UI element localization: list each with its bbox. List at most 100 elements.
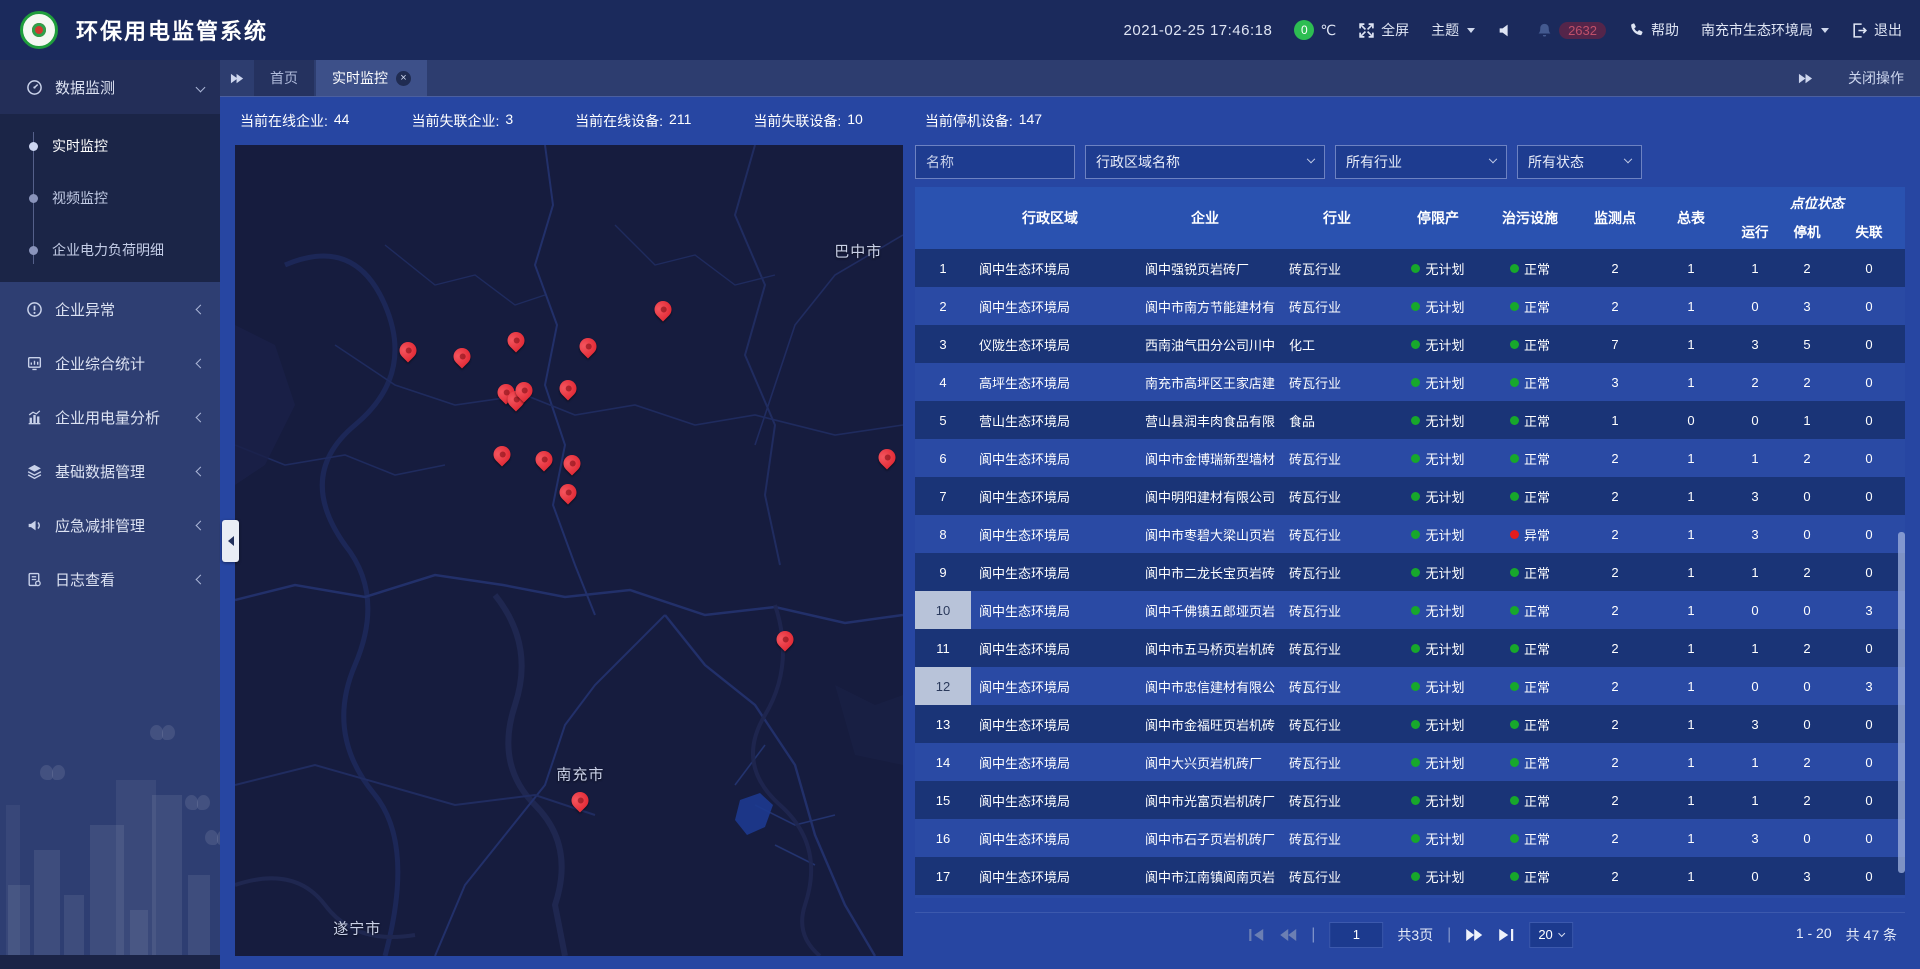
tabs-scroll-left-icon[interactable]	[220, 60, 254, 96]
page-size-select[interactable]: 20	[1529, 922, 1572, 948]
row-total-label: 共 47 条	[1846, 925, 1897, 945]
table-row[interactable]: 7 阆中生态环境局 阆中明阳建材有限公司 砖瓦行业 无计划 正常 2 1 3 0…	[915, 477, 1905, 515]
table-row[interactable]: 8 阆中生态环境局 阆中市枣碧大梁山页岩 砖瓦行业 无计划 异常 2 1 3 0…	[915, 515, 1905, 553]
brand: 环保用电监管系统	[20, 11, 268, 49]
row-range-label: 1 - 20	[1796, 925, 1832, 945]
cell-region: 阆中生态环境局	[971, 781, 1129, 819]
close-operations-button[interactable]: 关闭操作	[1848, 68, 1904, 88]
cell-disconnected: 0	[1833, 515, 1905, 553]
tab-首页[interactable]: 首页	[254, 60, 314, 96]
megaphone-icon	[26, 517, 43, 534]
cell-industry: 砖瓦行业	[1281, 477, 1393, 515]
column-subheader[interactable]: 失联	[1833, 213, 1905, 249]
chevron-left-icon	[196, 520, 206, 530]
table-scrollbar[interactable]	[1898, 257, 1905, 912]
table-header: 行政区域企业行业停限产治污设施监测点总表点位状态运行停机失联	[915, 187, 1905, 249]
sidebar-item-logs[interactable]: 日志查看	[0, 552, 220, 606]
row-index: 5	[915, 401, 971, 439]
cell-stop-status: 无计划	[1393, 287, 1483, 325]
name-filter-input[interactable]	[915, 145, 1075, 179]
phone-icon	[1628, 22, 1645, 39]
first-page-icon[interactable]	[1247, 928, 1265, 942]
speaker-icon[interactable]	[1497, 22, 1514, 39]
cell-region: 阆中生态环境局	[971, 667, 1129, 705]
tab-close-icon[interactable]: ×	[396, 71, 411, 86]
logout-button[interactable]: 退出	[1851, 20, 1902, 40]
sidebar-subitem[interactable]: 实时监控	[0, 120, 220, 172]
help-button[interactable]: 帮助	[1628, 20, 1679, 40]
sidebar-item-power-analysis[interactable]: 企业用电量分析	[0, 390, 220, 444]
column-subheader[interactable]: 停机	[1781, 213, 1833, 249]
table-row[interactable]: 15 阆中生态环境局 阆中市光富页岩机砖厂 砖瓦行业 无计划 正常 2 1 1 …	[915, 781, 1905, 819]
status-dot-icon	[1411, 340, 1420, 349]
table-row[interactable]: 10 阆中生态环境局 阆中千佛镇五郎垭页岩 砖瓦行业 无计划 正常 2 1 0 …	[915, 591, 1905, 629]
fullscreen-icon	[1358, 22, 1375, 39]
column-header[interactable]: 总表	[1653, 187, 1729, 249]
table-row[interactable]: 4 高坪生态环境局 南充市高坪区王家店建 砖瓦行业 无计划 正常 3 1 2 2…	[915, 363, 1905, 401]
column-subheader[interactable]: 运行	[1729, 213, 1781, 249]
table-row[interactable]: 1 阆中生态环境局 阆中强锐页岩砖厂 砖瓦行业 无计划 正常 2 1 1 2 0	[915, 249, 1905, 287]
column-header[interactable]: 治污设施	[1483, 187, 1577, 249]
stat-label: 当前失联设备:	[753, 111, 841, 131]
cell-running: 3	[1729, 705, 1781, 743]
tab-实时监控[interactable]: 实时监控 ×	[316, 60, 427, 96]
table-row[interactable]: 16 阆中生态环境局 阆中市石子页岩机砖厂 砖瓦行业 无计划 正常 2 1 3 …	[915, 819, 1905, 857]
table-row[interactable]: 5 营山生态环境局 营山县润丰肉食品有限 食品 无计划 正常 1 0 0 1 0	[915, 401, 1905, 439]
cell-total-meter: 1	[1653, 705, 1729, 743]
sidebar-item-company-stats[interactable]: 企业综合统计	[0, 336, 220, 390]
status-dot-icon	[1510, 454, 1519, 463]
table-row[interactable]: 2 阆中生态环境局 阆中市南方节能建材有 砖瓦行业 无计划 正常 2 1 0 3…	[915, 287, 1905, 325]
cell-halted: 0	[1781, 667, 1833, 705]
collapse-map-handle[interactable]	[222, 520, 239, 562]
org-menu[interactable]: 南充市生态环境局	[1701, 20, 1829, 40]
status-dot-icon	[1411, 758, 1420, 767]
column-header[interactable]: 停限产	[1393, 187, 1483, 249]
cell-monitor-count: 2	[1577, 819, 1653, 857]
map-panel[interactable]: 巴中市南充市遂宁市	[235, 145, 903, 956]
column-header[interactable]: 行业	[1281, 187, 1393, 249]
sidebar-subitem[interactable]: 视频监控	[0, 172, 220, 224]
stat-item: 当前在线设备: 211	[575, 111, 691, 131]
cell-company: 西南油气田分公司川中	[1129, 325, 1281, 363]
row-index: 9	[915, 553, 971, 591]
notifications[interactable]: 2632	[1536, 22, 1606, 39]
column-header[interactable]: 行政区域	[971, 187, 1129, 249]
table-row[interactable]: 18 南部生态环境局 南部县砌华水泥有限公 建材加工 无计划 正常 6 0 0 …	[915, 895, 1905, 898]
region-filter-select[interactable]: 行政区域名称	[1085, 145, 1325, 179]
cell-industry: 食品	[1281, 401, 1393, 439]
table-row[interactable]: 14 阆中生态环境局 阆中大兴页岩机砖厂 砖瓦行业 无计划 正常 2 1 1 2…	[915, 743, 1905, 781]
status-dot-icon	[1510, 720, 1519, 729]
table-row[interactable]: 6 阆中生态环境局 阆中市金博瑞新型墙材 砖瓦行业 无计划 正常 2 1 1 2…	[915, 439, 1905, 477]
table-row[interactable]: 9 阆中生态环境局 阆中市二龙长宝页岩砖 砖瓦行业 无计划 正常 2 1 1 2…	[915, 553, 1905, 591]
sidebar-item-data-monitor[interactable]: 数据监测	[0, 60, 220, 114]
table-row[interactable]: 11 阆中生态环境局 阆中市五马桥页岩机砖 砖瓦行业 无计划 正常 2 1 1 …	[915, 629, 1905, 667]
status-dot-icon	[1411, 378, 1420, 387]
sidebar-item-emergency[interactable]: 应急减排管理	[0, 498, 220, 552]
cell-facility-status: 正常	[1483, 477, 1577, 515]
theme-menu[interactable]: 主题	[1431, 20, 1475, 40]
table-row[interactable]: 13 阆中生态环境局 阆中市金福旺页岩机砖 砖瓦行业 无计划 正常 2 1 3 …	[915, 705, 1905, 743]
table-row[interactable]: 12 阆中生态环境局 阆中市忠信建材有限公 砖瓦行业 无计划 正常 2 1 0 …	[915, 667, 1905, 705]
next-page-icon[interactable]	[1465, 928, 1483, 942]
table-row[interactable]: 17 阆中生态环境局 阆中市江南镇阆南页岩 砖瓦行业 无计划 正常 2 1 0 …	[915, 857, 1905, 895]
prev-page-icon[interactable]	[1279, 928, 1297, 942]
cell-total-meter: 1	[1653, 819, 1729, 857]
cell-disconnected: 0	[1833, 629, 1905, 667]
last-page-icon[interactable]	[1497, 928, 1515, 942]
fullscreen-button[interactable]: 全屏	[1358, 20, 1409, 40]
page-number-input[interactable]	[1329, 922, 1383, 948]
sidebar-subitem[interactable]: 企业电力负荷明细	[0, 224, 220, 276]
industry-filter-select[interactable]: 所有行业	[1335, 145, 1507, 179]
status-filter-select[interactable]: 所有状态	[1517, 145, 1642, 179]
cell-facility-status: 正常	[1483, 819, 1577, 857]
column-header[interactable]: 监测点	[1577, 187, 1653, 249]
sidebar-item-company-abnormal[interactable]: 企业异常	[0, 282, 220, 336]
column-header[interactable]: 企业	[1129, 187, 1281, 249]
tabs-scroll-right-icon[interactable]	[1788, 72, 1822, 85]
cell-region: 南部生态环境局	[971, 895, 1129, 898]
sidebar-item-base-data[interactable]: 基础数据管理	[0, 444, 220, 498]
table-row[interactable]: 3 仪陇生态环境局 西南油气田分公司川中 化工 无计划 正常 7 1 3 5 0	[915, 325, 1905, 363]
tab-bar: 首页 实时监控 × 关闭操作	[220, 60, 1920, 96]
cell-industry: 砖瓦行业	[1281, 743, 1393, 781]
stat-label: 当前停机设备:	[925, 111, 1013, 131]
